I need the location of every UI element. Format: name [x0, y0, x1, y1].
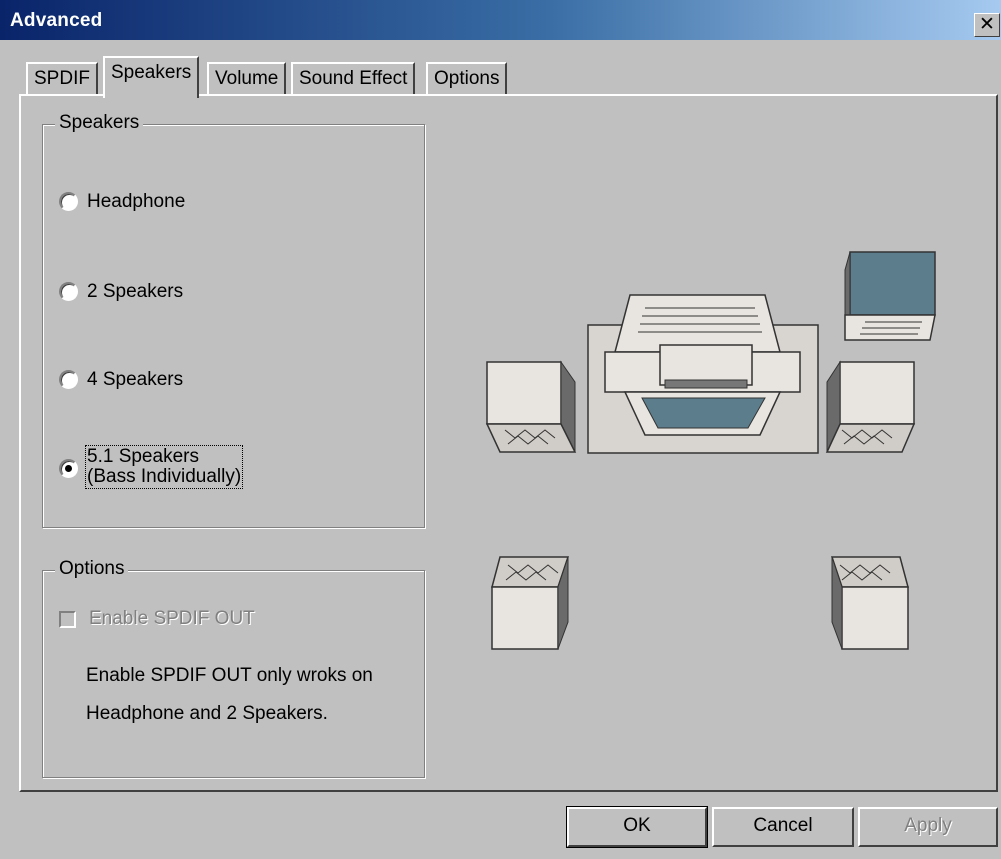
radio-label: 4 Speakers — [87, 369, 184, 390]
speakers-group: Speakers Headphone 2 Speakers 4 Speakers… — [42, 112, 425, 528]
cancel-button[interactable]: Cancel — [712, 807, 854, 847]
apply-button[interactable]: Apply — [858, 807, 998, 847]
tab-options[interactable]: Options — [426, 62, 508, 94]
tab-volume[interactable]: Volume — [207, 62, 287, 94]
tab-speakers[interactable]: Speakers — [103, 56, 200, 98]
options-group-title: Options — [55, 558, 129, 580]
speaker-layout-5-1-icon — [485, 251, 936, 650]
speakers-group-title: Speakers — [55, 112, 144, 134]
radio-label: 5.1 Speakers (Bass Individually) — [84, 445, 244, 489]
radio-circle[interactable] — [59, 370, 78, 389]
front-right-speaker-icon — [825, 360, 916, 453]
options-group: Options Enable SPDIF OUT Enable SPDIF OU… — [42, 558, 425, 778]
center-speaker-icon — [587, 294, 819, 454]
radio-circle[interactable] — [59, 282, 78, 301]
window-title: Advanced — [10, 10, 103, 31]
radio-circle[interactable] — [59, 192, 78, 211]
front-left-speaker-icon — [485, 360, 577, 453]
subwoofer-icon — [844, 251, 936, 341]
radio-label: Headphone — [87, 191, 186, 212]
spdif-note-line2: Headphone and 2 Speakers. — [86, 703, 328, 724]
tab-spdif[interactable]: SPDIF — [26, 62, 98, 94]
enable-spdif-out-checkbox[interactable] — [59, 611, 76, 628]
close-button[interactable]: ✕ — [974, 13, 1000, 37]
radio-label-line1: 5.1 Speakers — [87, 446, 199, 467]
ok-button[interactable]: OK — [566, 806, 708, 848]
rear-right-speaker-icon — [830, 556, 909, 650]
title-bar: Advanced ✕ — [0, 0, 1001, 40]
enable-spdif-out-label: Enable SPDIF OUT — [89, 608, 255, 629]
tab-sound-effect[interactable]: Sound Effect — [291, 62, 416, 94]
rear-left-speaker-icon — [491, 556, 570, 650]
spdif-note-line1: Enable SPDIF OUT only wroks on — [86, 665, 373, 686]
radio-label-line2: (Bass Individually) — [87, 466, 242, 487]
radio-circle-selected[interactable] — [59, 459, 78, 478]
radio-label: 2 Speakers — [87, 281, 184, 302]
